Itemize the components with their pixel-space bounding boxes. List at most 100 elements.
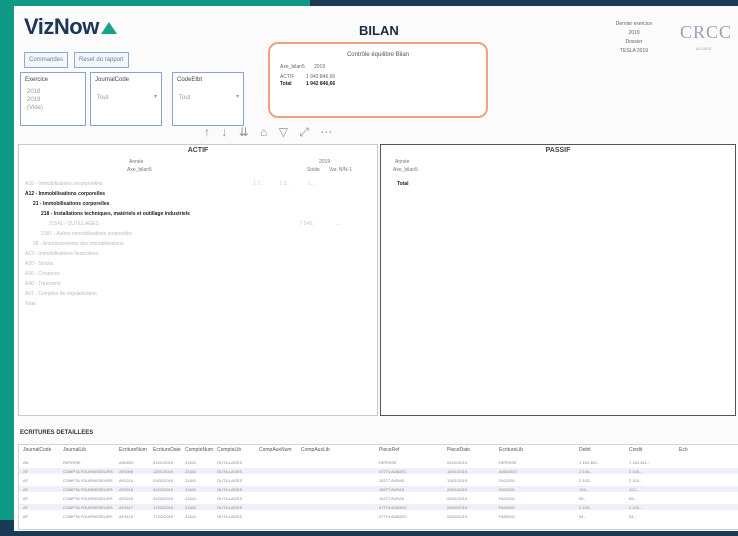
- meta-label: Dernier exercice: [615, 21, 653, 27]
- column-header[interactable]: Ech: [679, 447, 688, 453]
- actif-row[interactable]: 218 - Installations techniques, matériel…: [41, 211, 190, 217]
- chevron-down-icon[interactable]: ▾: [154, 93, 157, 100]
- actif-row[interactable]: 21541 - OUTILLAGES: [49, 221, 99, 227]
- table-cell: 20/01/2019: [447, 487, 468, 492]
- card-row-label: ACTIF: [280, 74, 295, 80]
- commandes-button[interactable]: Commandes: [24, 52, 69, 68]
- app-logo: VizNow: [24, 14, 117, 40]
- actif-row[interactable]: A12 - Immobilisations corporelles: [25, 191, 105, 197]
- actif-row[interactable]: A51 - Comptes de régularisation: [25, 291, 97, 297]
- slicer-option[interactable]: (Vide): [27, 105, 43, 111]
- table-cell: 2 105,-: [579, 505, 592, 510]
- reset-report-button[interactable]: Reset du rapport: [74, 52, 129, 68]
- actif-row[interactable]: 21 - Immobilisations corporelles: [33, 201, 109, 207]
- column-header[interactable]: JournalCode: [23, 447, 51, 453]
- table-cell: AN0000: [119, 460, 134, 465]
- slicer-value[interactable]: Tout: [97, 95, 108, 101]
- slicer-journalcode[interactable]: JournalCode Tout ▾: [90, 72, 162, 126]
- column-header[interactable]: Credit: [629, 447, 642, 453]
- column-header[interactable]: EcritureLib: [499, 447, 523, 453]
- table-cell: COMPTA FOURNISSEURS: [63, 478, 113, 483]
- ecritures-title: ECRITURES DETAILLEES: [20, 430, 94, 436]
- matrix-header: Solde: [307, 167, 320, 173]
- table-cell: FA12001: [499, 487, 516, 492]
- brand-sub: ALSACE: [696, 46, 712, 51]
- table-row[interactable]: AF COMPTA FOURNISSEURS AF0216 01/02/2019 215…: [19, 495, 738, 501]
- column-header[interactable]: CompAuxNum: [259, 447, 292, 453]
- actif-row[interactable]: A40 - Trésorerie: [25, 281, 61, 287]
- table-cell: 01/02/2019: [153, 496, 174, 501]
- expand-next-level-icon[interactable]: ⇊: [239, 125, 249, 139]
- table-row[interactable]: AN REPRISE AN0000 01/01/2019 21541 OUTILLAGES…: [19, 459, 738, 465]
- table-cell: OUTILLAGES: [217, 487, 243, 492]
- table-row[interactable]: AF COMPTA FOURNISSEURS AF0419 17/02/2019 215…: [19, 513, 738, 519]
- table-cell: COMPTA FOURNISSEURS: [63, 487, 113, 492]
- table-cell: AVA00017: [499, 469, 518, 474]
- column-header[interactable]: PieceDate: [447, 447, 470, 453]
- matrix-header: Année: [395, 159, 410, 165]
- slicer-value[interactable]: Tout: [179, 95, 190, 101]
- table-cell: AF0417: [119, 505, 134, 510]
- table-cell: 07774 AVADEC: [379, 514, 407, 519]
- column-header[interactable]: CompAuxLib: [301, 447, 330, 453]
- table-cell: 1 154 361,-: [629, 460, 650, 465]
- actif-row[interactable]: A20 - Stocks: [25, 261, 53, 267]
- home-icon[interactable]: ⌂: [260, 125, 267, 139]
- column-header[interactable]: CompteNum: [185, 447, 213, 453]
- card-col-header: Axe_bilan5: [280, 64, 305, 70]
- table-cell: AF: [23, 469, 29, 474]
- meta-value: TESLA 2019: [619, 48, 649, 54]
- table-cell: 1 154 361,-: [579, 460, 600, 465]
- table-cell: 07774 AVADEC: [379, 505, 407, 510]
- column-header[interactable]: EcritureDate: [153, 447, 181, 453]
- table-row[interactable]: AF COMPTA FOURNISSEURS AF0214 01/02/2019 215…: [19, 477, 738, 483]
- table-cell: 15277 AVRAS: [379, 487, 405, 492]
- passif-title: PASSIF: [545, 147, 571, 154]
- slicer-title: CodeEtbt: [177, 77, 203, 83]
- focus-mode-icon[interactable]: ⤢: [299, 125, 309, 139]
- actif-row[interactable]: 2181 - Autres immobilisations corporelle…: [41, 231, 132, 237]
- table-cell: COMPTA FOURNISSEURS: [63, 505, 113, 510]
- ecritures-table: JournalCode JournalLib EcritureNum Ecriture…: [18, 444, 738, 530]
- table-cell: 122,-: [629, 487, 639, 492]
- column-header[interactable]: JournalLib: [63, 447, 86, 453]
- actif-row[interactable]: 28 - Amortissements des immobilisations: [33, 241, 124, 247]
- drill-up-icon[interactable]: ↑: [204, 125, 210, 139]
- column-header[interactable]: PieceRef: [379, 447, 399, 453]
- table-cell: 2 148,-: [629, 469, 642, 474]
- table-row[interactable]: AF COMPTA FOURNISSEURS AF0006 12/01/2019 215…: [19, 468, 738, 474]
- drill-down-icon[interactable]: ↓: [221, 125, 227, 139]
- table-row[interactable]: AF COMPTA FOURNISSEURS AF0216 01/02/2019 215…: [19, 486, 738, 492]
- slicer-option[interactable]: 2018: [27, 89, 40, 95]
- actif-matrix: ACTIF Année Axe_bilan5 2019 Solde Var. N…: [18, 144, 378, 416]
- slicer-option[interactable]: 2019: [27, 97, 40, 103]
- card-total-label: Total: [280, 81, 292, 87]
- actif-row[interactable]: Total: [25, 301, 36, 307]
- table-cell: AF0006: [119, 469, 134, 474]
- slicer-codeetbt[interactable]: CodeEtbt Tout ▾: [172, 72, 244, 126]
- actif-row[interactable]: A13 - Immobilisations financières: [25, 251, 98, 257]
- slicer-exercice[interactable]: Exercice 2018 2019 (Vide): [20, 72, 86, 126]
- table-cell: 13/01/2019: [447, 478, 468, 483]
- table-cell: COMPTA FOURNISSEURS: [63, 469, 113, 474]
- table-cell: AN: [23, 460, 29, 465]
- table-row[interactable]: AF COMPTA FOURNISSEURS AF0417 17/02/2019 215…: [19, 504, 738, 510]
- filter-icon[interactable]: ▽: [279, 125, 288, 139]
- table-cell: 01/01/2019: [447, 460, 468, 465]
- table-cell: 2 103,-: [629, 478, 642, 483]
- table-cell: OUTILLAGES: [217, 478, 243, 483]
- actif-row[interactable]: A30 - Créances: [25, 271, 60, 277]
- table-cell: REPRISE: [63, 460, 81, 465]
- passif-total-label: Total: [397, 181, 409, 187]
- more-options-icon[interactable]: ⋯: [320, 125, 332, 139]
- column-header[interactable]: EcritureNum: [119, 447, 147, 453]
- chevron-down-icon[interactable]: ▾: [236, 93, 239, 100]
- column-header[interactable]: Debit: [579, 447, 591, 453]
- table-cell: AF: [23, 496, 29, 501]
- table-cell: FA00001: [499, 505, 516, 510]
- column-header[interactable]: CompteLib: [217, 447, 241, 453]
- table-cell: 01/02/2019: [153, 478, 174, 483]
- matrix-header: Année: [129, 159, 144, 165]
- table-cell: 21541: [185, 487, 197, 492]
- actif-row[interactable]: A10 - Immobilisations incorporelles: [25, 181, 103, 187]
